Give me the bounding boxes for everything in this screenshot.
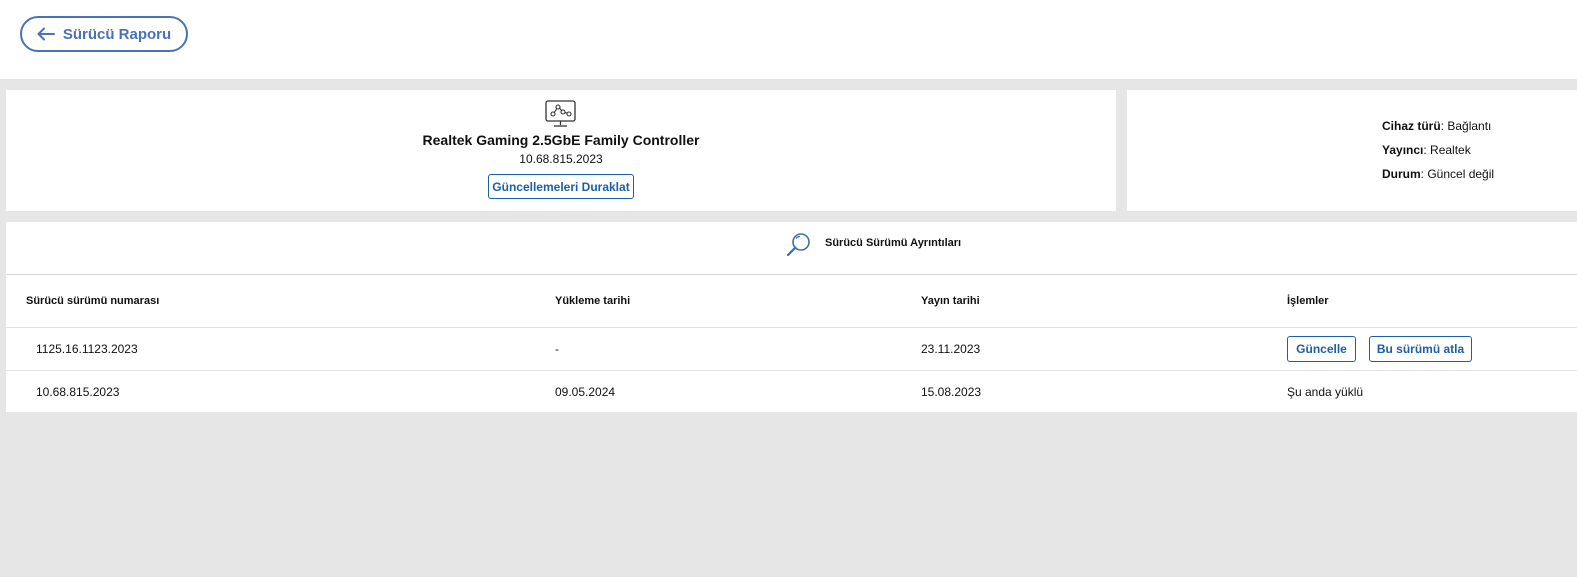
release-date-cell: 23.11.2023 [921,342,981,356]
status-row: Durum: Güncel değil [1382,167,1495,181]
details-header: Sürücü Sürümü Ayrıntıları [6,222,1577,275]
network-monitor-icon [545,100,576,133]
row-divider [6,370,1577,371]
version-cell: 1125.16.1123.2023 [36,342,138,356]
device-type-label: Cihaz türü [1382,119,1441,133]
skip-version-button[interactable]: Bu sürümü atla [1369,336,1472,362]
device-type-value: Bağlantı [1447,119,1492,133]
details-title: Sürücü Sürümü Ayrıntıları [825,237,962,249]
update-button[interactable]: Güncelle [1287,336,1356,362]
status-label: Durum [1382,167,1421,181]
installed-status-text: Şu anda yüklü [1287,385,1364,399]
device-info-list: Cihaz türü: Bağlantı Yayıncı: Realtek Du… [1382,119,1494,191]
column-header-version: Sürücü sürümü numarası [26,295,160,307]
version-cell: 10.68.815.2023 [36,385,120,399]
top-bar: Sürücü Raporu [0,0,1577,79]
column-header-actions: İşlemler [1287,295,1329,307]
column-header-install-date: Yükleme tarihi [555,295,631,307]
search-icon [786,232,812,263]
row-divider [6,327,1577,328]
publisher-row: Yayıncı: Realtek [1382,143,1471,157]
back-button[interactable]: Sürücü Raporu [20,16,188,52]
publisher-label: Yayıncı [1382,143,1424,157]
back-button-label: Sürücü Raporu [62,25,172,43]
install-date-cell: - [555,342,559,356]
status-value: Güncel değil [1427,167,1495,181]
device-type-row: Cihaz türü: Bağlantı [1382,119,1492,133]
driver-card: Realtek Gaming 2.5GbE Family Controller … [6,90,1116,211]
install-date-cell: 09.05.2024 [555,385,616,399]
device-info-card: Cihaz türü: Bağlantı Yayıncı: Realtek Du… [1127,90,1577,211]
driver-version: 10.68.815.2023 [519,152,603,166]
column-header-release-date: Yayın tarihi [921,295,980,307]
release-date-cell: 15.08.2023 [921,385,982,399]
publisher-value: Realtek [1430,143,1471,157]
pause-updates-button[interactable]: Güncellemeleri Duraklat [488,174,634,199]
driver-name: Realtek Gaming 2.5GbE Family Controller [422,132,700,148]
arrow-left-icon [37,27,55,41]
driver-version-details: Sürücü Sürümü Ayrıntıları Sürücü sürümü … [6,222,1577,412]
